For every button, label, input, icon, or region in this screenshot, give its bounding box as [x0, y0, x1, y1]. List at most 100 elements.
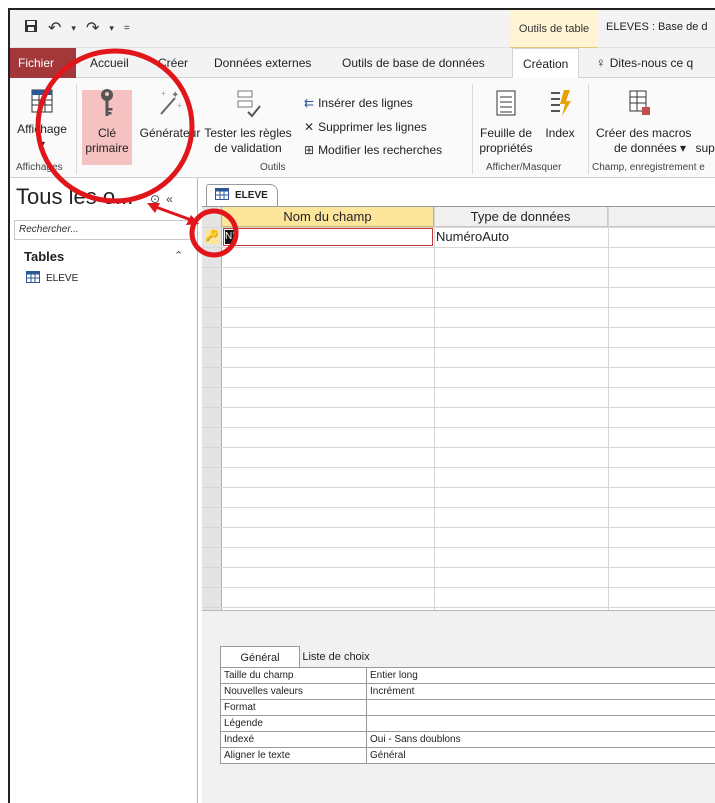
grid-row-line: [202, 447, 715, 448]
ribbon-tabs: Fichier Accueil Créer Données externes O…: [10, 48, 715, 79]
builder-button[interactable]: ✦ + + Générateur: [136, 88, 204, 141]
tab-design[interactable]: Création: [512, 48, 580, 79]
navigation-pane: Tous les o... ⊙ « Rechercher... Tables ⌃…: [10, 178, 198, 803]
column-header-field-name[interactable]: Nom du champ: [222, 207, 434, 227]
context-tab-table-tools: Outils de table: [510, 10, 598, 48]
datasheet-view-icon: [14, 88, 70, 118]
undo-dropdown-icon[interactable]: ▾: [71, 23, 76, 34]
svg-text:✦: ✦: [171, 90, 179, 101]
table-design-grid: Nom du champ Type de données 🔑 N° Numéro…: [202, 206, 715, 611]
grid-row-line: [202, 567, 715, 568]
tab-database-tools[interactable]: Outils de base de données: [342, 48, 485, 78]
property-row[interactable]: Nouvelles valeurs Incrément: [220, 683, 715, 700]
tab-lookup[interactable]: Liste de choix: [300, 646, 372, 668]
tab-home[interactable]: Accueil: [90, 48, 129, 78]
grid-row-line: [202, 467, 715, 468]
nav-search-input[interactable]: Rechercher...: [14, 220, 192, 240]
tab-external-data[interactable]: Données externes: [214, 48, 311, 78]
property-row[interactable]: Taille du champ Entier long: [220, 667, 715, 684]
property-row[interactable]: Format: [220, 699, 715, 716]
validation-check-icon: [202, 88, 294, 122]
grid-row-line: [202, 387, 715, 388]
group-separator: [76, 84, 77, 174]
grid-row-line: [202, 347, 715, 348]
nav-pane-title[interactable]: Tous les o...: [16, 184, 133, 210]
table-icon: [215, 188, 229, 203]
insert-rows-button[interactable]: ⇇ Insérer des lignes: [304, 96, 413, 110]
grid-row-line: [202, 587, 715, 588]
create-data-macros-button[interactable]: Créer des macros de données ▾ sup: [592, 88, 715, 156]
column-header-data-type[interactable]: Type de données: [434, 207, 608, 227]
delete-rows-button[interactable]: ✕ Supprimer les lignes: [304, 120, 427, 134]
svg-text:+: +: [161, 89, 166, 98]
grid-row-line: [202, 247, 715, 248]
field-properties-table: Taille du champ Entier long Nouvelles val…: [220, 667, 715, 764]
view-button[interactable]: Affichage ▾: [14, 88, 70, 152]
grid-row-line: [202, 407, 715, 408]
tab-general[interactable]: Général: [220, 646, 300, 668]
delete-rows-icon: ✕: [304, 120, 315, 134]
field-name-cell[interactable]: [223, 228, 433, 246]
customize-icon[interactable]: =: [124, 23, 130, 34]
key-icon: [82, 88, 132, 122]
grid-row-line: [202, 287, 715, 288]
nav-menu-dropdown-icon[interactable]: ⊙: [150, 192, 160, 206]
test-validation-rules-button[interactable]: Tester les règles de validation: [202, 88, 294, 156]
primary-key-row-icon: 🔑: [205, 230, 219, 242]
grid-row-line: [202, 607, 715, 608]
magic-wand-icon: ✦ + +: [136, 88, 204, 122]
data-type-cell[interactable]: NuméroAuto: [436, 229, 509, 244]
redo-dropdown-icon[interactable]: ▾: [109, 23, 114, 34]
insert-rows-icon: ⇇: [304, 96, 315, 110]
title-bar: ↶ ▾ ↷ ▾ = Outils de table ELEVES : Base …: [10, 10, 715, 48]
modify-lookups-button[interactable]: ⊞ Modifier les recherches: [304, 143, 442, 157]
ribbon: Affichage ▾ Clé primaire ✦ + + Générateur …: [10, 78, 715, 178]
grid-row-line: [202, 507, 715, 508]
tab-create[interactable]: Créer: [158, 48, 188, 78]
group-separator: [472, 84, 473, 174]
field-name-value[interactable]: N°: [225, 230, 236, 244]
undo-icon[interactable]: ↶: [48, 18, 61, 38]
grid-row-line: [202, 547, 715, 548]
nav-section-collapse-icon[interactable]: ⌃: [174, 249, 183, 262]
grid-row-line: [202, 527, 715, 528]
property-row[interactable]: Indexé Oui - Sans doublons: [220, 731, 715, 748]
property-row[interactable]: Légende: [220, 715, 715, 732]
grid-row-line: [202, 367, 715, 368]
property-sheet-icon: [476, 88, 536, 122]
nav-section-tables[interactable]: Tables: [24, 249, 64, 264]
access-window: ↶ ▾ ↷ ▾ = Outils de table ELEVES : Base …: [8, 8, 715, 803]
group-label-show-hide: Afficher/Masquer: [486, 162, 562, 173]
property-row[interactable]: Aligner le texte Général: [220, 747, 715, 764]
tab-file[interactable]: Fichier: [10, 48, 76, 78]
grid-row-line: [202, 487, 715, 488]
nav-item-table[interactable]: ELEVE: [26, 271, 78, 286]
group-separator: [588, 84, 589, 174]
redo-icon[interactable]: ↷: [86, 18, 99, 38]
group-label-tools: Outils: [260, 162, 286, 173]
column-header-description[interactable]: [608, 207, 715, 227]
property-sheet-button[interactable]: Feuille de propriétés: [476, 88, 536, 156]
indexes-button[interactable]: Index: [540, 88, 580, 141]
nav-pane-controls: ⊙ «: [150, 192, 173, 206]
document-tab[interactable]: ELEVE: [206, 184, 278, 206]
group-label-views: Affichages: [16, 162, 63, 173]
group-label-events: Champ, enregistrement e: [592, 162, 705, 173]
lightbulb-icon: ♀: [596, 55, 606, 70]
grid-row-line: [202, 427, 715, 428]
grid-row-line: [202, 327, 715, 328]
primary-key-button[interactable]: Clé primaire: [82, 88, 132, 156]
table-icon: [26, 271, 40, 286]
quick-access-toolbar: ↶ ▾ ↷ ▾ =: [24, 18, 130, 38]
grid-row-line: [202, 227, 715, 228]
grid-row-line: [202, 307, 715, 308]
tab-tell-me[interactable]: ♀ Dites-nous ce q: [596, 48, 693, 78]
window-title: ELEVES : Base de d: [606, 21, 708, 33]
nav-collapse-icon[interactable]: «: [166, 192, 173, 206]
svg-text:+: +: [177, 101, 182, 110]
grid-row-line: [202, 267, 715, 268]
modify-lookups-icon: ⊞: [304, 143, 315, 157]
save-icon[interactable]: [24, 19, 38, 38]
document-area: ELEVE Nom du champ Type de données 🔑 N° …: [198, 178, 715, 803]
field-properties-pane: Général Liste de choix Taille du champ En…: [202, 610, 715, 803]
